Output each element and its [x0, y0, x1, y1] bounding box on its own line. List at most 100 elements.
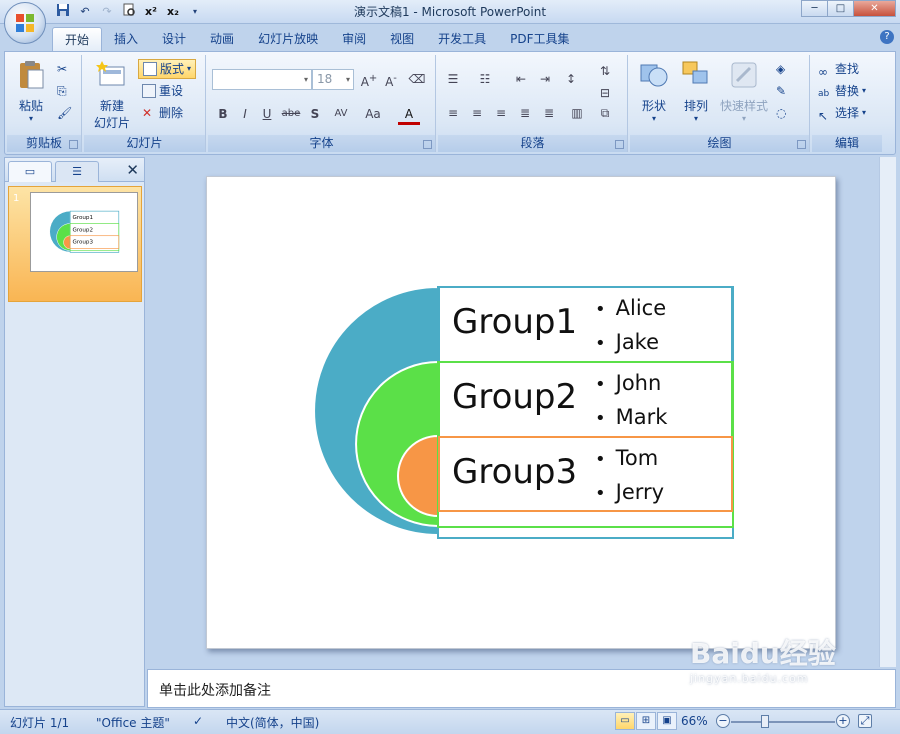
tab-developer[interactable]: 开发工具	[426, 27, 498, 51]
notes-placeholder: 单击此处添加备注	[159, 683, 271, 699]
italic-icon[interactable]: I	[234, 103, 256, 125]
tab-outline-view[interactable]: ☰	[55, 161, 99, 182]
spellcheck-icon[interactable]: ✓	[193, 714, 203, 728]
format-painter-icon[interactable]: 🖌	[57, 103, 72, 123]
group1-title: Group1	[452, 302, 578, 342]
font-name-combo[interactable]: ▾	[212, 69, 312, 90]
tab-slides-view[interactable]: ▭	[8, 161, 52, 182]
align-text-icon[interactable]: ⊟	[594, 83, 616, 103]
language-status[interactable]: 中文(简体，中国)	[226, 714, 319, 731]
group-font: ▾ 18 ▾ A+ A- ⌫ B I U abe S AV Aa A 字体	[208, 55, 436, 152]
group-label-editing: 编辑	[812, 135, 882, 152]
zoom-level[interactable]: 66%	[681, 714, 708, 728]
paragraph-dialog-launcher[interactable]	[615, 140, 624, 149]
delete-slide-button[interactable]: ✕ 删除	[142, 103, 183, 123]
replace-button[interactable]: ab 替换 ▾	[818, 81, 866, 101]
grow-font-icon[interactable]: A+	[358, 68, 380, 90]
status-bar: 幻灯片 1/1 "Office 主题" ✓ 中文(简体，中国) ▭ ⊞ ▣ 66…	[0, 709, 900, 734]
line-spacing-icon[interactable]: ↕	[560, 69, 582, 89]
bullets-icon[interactable]: ☰	[442, 69, 464, 89]
tab-pdf-tools[interactable]: PDF工具集	[498, 27, 581, 51]
vertical-scrollbar[interactable]	[879, 157, 896, 667]
zoom-slider-thumb[interactable]	[761, 715, 769, 728]
zoom-in-icon[interactable]: +	[836, 714, 850, 728]
tab-design[interactable]: 设计	[150, 27, 198, 51]
theme-status[interactable]: "Office 主题"	[96, 714, 170, 731]
text-shadow-icon[interactable]: S	[304, 103, 326, 125]
reset-button[interactable]: 重设	[142, 81, 183, 101]
tab-view[interactable]: 视图	[378, 27, 426, 51]
close-panel-icon[interactable]: ✕	[126, 161, 139, 179]
group3-box[interactable]: Group3 Tom Jerry	[438, 436, 733, 512]
find-button[interactable]: ∞ 查找	[818, 59, 859, 79]
tab-animation[interactable]: 动画	[198, 27, 246, 51]
ribbon-tabs-row: 开始 插入 设计 动画 幻灯片放映 审阅 视图 开发工具 PDF工具集 ?	[0, 24, 900, 51]
zoom-slider[interactable]	[731, 721, 835, 723]
change-case-icon[interactable]: Aa	[362, 103, 384, 125]
font-size-combo[interactable]: 18 ▾	[312, 69, 354, 90]
clear-formatting-icon[interactable]: ⌫	[406, 68, 428, 90]
svg-text:Group1: Group1	[72, 215, 93, 221]
new-slide-button[interactable]: 新建 幻灯片	[88, 59, 136, 131]
slides-outline-panel: ▭ ☰ ✕ 1 Group1 Group2 Group3	[4, 157, 145, 707]
zoom-out-icon[interactable]: −	[716, 714, 730, 728]
arrange-button[interactable]: 排列 ▾	[676, 59, 716, 123]
tab-slideshow[interactable]: 幻灯片放映	[246, 27, 330, 51]
slideshow-icon[interactable]: ▣	[657, 712, 677, 730]
font-dialog-launcher[interactable]	[423, 140, 432, 149]
group3-title: Group3	[452, 452, 578, 492]
new-slide-icon	[96, 61, 125, 86]
fit-to-window-icon[interactable]: ⤢	[858, 714, 872, 728]
select-button[interactable]: ↖ 选择 ▾	[818, 103, 866, 123]
shape-fill-icon[interactable]: ◈	[776, 59, 785, 79]
copy-icon[interactable]: ⎘	[57, 81, 67, 101]
group2-box[interactable]: Group2 John Mark	[438, 361, 733, 437]
shape-effects-icon[interactable]: ◌	[776, 103, 786, 123]
tab-insert[interactable]: 插入	[102, 27, 150, 51]
group2-title: Group2	[452, 377, 578, 417]
bold-icon[interactable]: B	[212, 103, 234, 125]
slide-canvas[interactable]: Group1 Alice Jake Group2 John Mark Group…	[206, 176, 836, 649]
shape-outline-icon[interactable]: ✎	[776, 81, 786, 101]
quick-styles-button[interactable]: 快速样式 ▾	[718, 59, 770, 123]
cursor-icon: ↖	[818, 109, 829, 123]
help-icon[interactable]: ?	[880, 30, 894, 44]
font-color-icon[interactable]: A	[398, 103, 420, 125]
strikethrough-icon[interactable]: abe	[280, 103, 302, 125]
justify-icon[interactable]: ≣	[514, 103, 536, 123]
columns-icon[interactable]: ▥	[566, 103, 588, 123]
normal-view-icon[interactable]: ▭	[615, 712, 635, 730]
smartart-convert-icon[interactable]: ⧉	[594, 103, 616, 123]
increase-indent-icon[interactable]: ⇥	[534, 69, 556, 89]
group1-box[interactable]: Group1 Alice Jake	[438, 286, 733, 362]
tab-review[interactable]: 审阅	[330, 27, 378, 51]
tab-home[interactable]: 开始	[52, 27, 103, 51]
minimize-button[interactable]: ─	[801, 0, 828, 17]
clipboard-dialog-launcher[interactable]	[69, 140, 78, 149]
shapes-button[interactable]: 形状 ▾	[634, 59, 674, 123]
align-right-icon[interactable]: ≡	[490, 103, 512, 123]
paste-button[interactable]: 粘贴 ▾	[11, 59, 51, 123]
slide-thumbnail-1[interactable]: 1 Group1 Group2 Group3	[8, 186, 142, 302]
layout-button[interactable]: 版式 ▾	[138, 59, 197, 79]
underline-icon[interactable]: U	[256, 103, 278, 125]
group-drawing: 形状 ▾ 排列 ▾ 快速样式 ▾ ◈ ✎ ◌ 绘图	[630, 55, 810, 152]
distributed-icon[interactable]: ≣	[538, 103, 560, 123]
cut-icon[interactable]: ✂	[57, 59, 67, 79]
shrink-font-icon[interactable]: A-	[380, 68, 402, 90]
decrease-indent-icon[interactable]: ⇤	[510, 69, 532, 89]
drawing-dialog-launcher[interactable]	[797, 140, 806, 149]
maximize-button[interactable]: □	[827, 0, 854, 17]
list-item: Tom	[595, 442, 664, 476]
group-slides: 新建 幻灯片 版式 ▾ 重设 ✕ 删除 幻灯片	[84, 55, 206, 152]
svg-text:Group2: Group2	[72, 227, 93, 233]
office-button[interactable]	[4, 2, 46, 44]
close-button[interactable]: ✕	[853, 0, 896, 17]
office-logo-icon	[16, 14, 34, 32]
character-spacing-icon[interactable]: AV	[330, 103, 352, 125]
text-direction-icon[interactable]: ⇅	[594, 61, 616, 81]
align-center-icon[interactable]: ≡	[466, 103, 488, 123]
slide-sorter-icon[interactable]: ⊞	[636, 712, 656, 730]
numbering-icon[interactable]: ☷	[474, 69, 496, 89]
align-left-icon[interactable]: ≡	[442, 103, 464, 123]
